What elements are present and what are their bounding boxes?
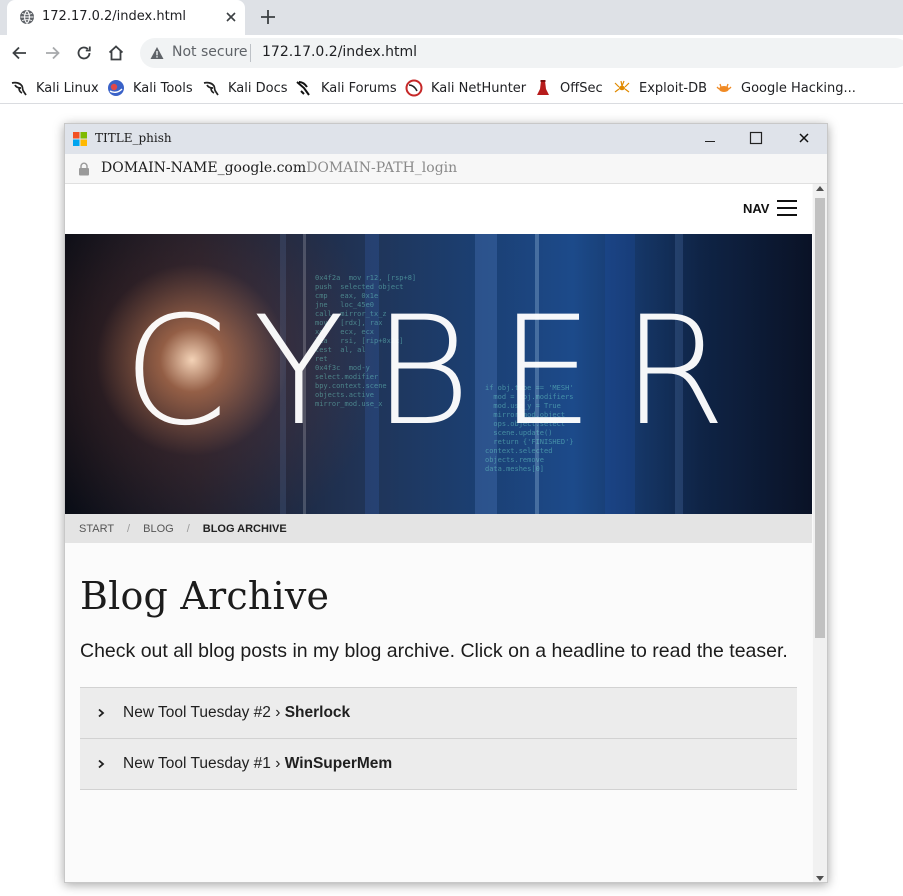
kali-tools-icon [108, 80, 124, 96]
globe-icon [20, 10, 34, 24]
exploit-db-icon [614, 80, 630, 93]
breadcrumb: START / BLOG / BLOG ARCHIVE [65, 514, 812, 543]
popup-address-bar[interactable]: DOMAIN-NAME_google.comDOMAIN-PATH_login [65, 154, 827, 184]
blog-post-name: WinSuperMem [284, 755, 393, 772]
scroll-down-arrow-icon[interactable] [816, 876, 824, 881]
blog-post-prefix: New Tool Tuesday #2 › [123, 704, 285, 721]
popup-url-domain: DOMAIN-NAME_google.com [101, 160, 307, 176]
blog-post-item[interactable]: New Tool Tuesday #1 › WinSuperMem [80, 738, 797, 790]
blog-post-headline[interactable]: New Tool Tuesday #2 › Sherlock [123, 704, 350, 722]
hero-title: CYBER [123, 285, 754, 459]
maximize-icon[interactable] [733, 124, 779, 154]
bookmark-kali-nethunter[interactable]: Kali NetHunter [405, 79, 526, 97]
bookmark-kali-linux[interactable]: Kali Linux [10, 79, 99, 97]
blog-post-list: New Tool Tuesday #2 › Sherlock New Tool … [80, 687, 797, 790]
new-tab-icon[interactable] [259, 8, 277, 26]
address-bar[interactable]: Not secure 172.17.0.2/index.html [140, 38, 903, 68]
breadcrumb-start[interactable]: START [79, 523, 114, 535]
kali-dragon-icon [203, 81, 219, 96]
close-window-icon[interactable] [781, 124, 827, 154]
hamburger-menu-icon[interactable] [777, 200, 797, 216]
kali-forums-icon [296, 81, 310, 96]
chevron-right-icon [98, 759, 105, 769]
forward-arrow-icon[interactable] [42, 43, 62, 63]
popup-title: TITLE_phish [95, 131, 172, 145]
popup-url: DOMAIN-NAME_google.comDOMAIN-PATH_login [101, 160, 457, 176]
popup-page-viewport: NAV 0x4f2a mov r12, [rsp+8] push selecte… [65, 184, 812, 882]
bookmark-kali-tools[interactable]: Kali Tools [107, 79, 193, 97]
home-icon[interactable] [106, 43, 126, 63]
nav-label[interactable]: NAV [743, 201, 769, 216]
breadcrumb-separator: / [127, 522, 131, 535]
kali-dragon-icon [11, 81, 27, 96]
bookmarks-bar: Kali Linux Kali Tools Kali Docs Kali For… [0, 71, 903, 104]
omnibox-divider [250, 44, 251, 62]
browser-tabstrip: 172.17.0.2/index.html [0, 0, 903, 35]
offsec-icon [537, 80, 549, 95]
blog-post-item[interactable]: New Tool Tuesday #2 › Sherlock [80, 687, 797, 738]
breadcrumb-current: BLOG ARCHIVE [202, 522, 287, 535]
warning-icon[interactable] [150, 46, 164, 60]
breadcrumb-separator: / [186, 522, 190, 535]
browser-tab[interactable]: 172.17.0.2/index.html [7, 0, 245, 35]
popup-titlebar[interactable]: TITLE_phish [65, 124, 827, 154]
bookmark-kali-forums[interactable]: Kali Forums [295, 79, 397, 97]
back-arrow-icon[interactable] [10, 43, 30, 63]
chevron-right-icon [98, 708, 105, 718]
reload-icon[interactable] [74, 43, 94, 63]
breadcrumb-blog[interactable]: BLOG [143, 523, 174, 535]
scrollbar-thumb[interactable] [815, 198, 825, 638]
ghdb-icon [716, 83, 732, 92]
blog-post-prefix: New Tool Tuesday #1 › [123, 755, 285, 772]
close-icon[interactable] [223, 9, 239, 25]
popup-scrollbar[interactable] [813, 184, 827, 882]
hero-banner: 0x4f2a mov r12, [rsp+8] push selected ob… [65, 234, 812, 514]
popup-url-path: DOMAIN-PATH_login [306, 160, 458, 176]
site-header: NAV [65, 184, 812, 234]
page-title: Blog Archive [80, 574, 330, 618]
browser-toolbar: Not secure 172.17.0.2/index.html [0, 35, 903, 71]
url-text[interactable]: 172.17.0.2/index.html [262, 44, 417, 60]
blog-post-name: Sherlock [284, 704, 351, 721]
bookmark-kali-docs[interactable]: Kali Docs [202, 79, 288, 97]
nethunter-icon [405, 79, 423, 97]
blog-post-headline[interactable]: New Tool Tuesday #1 › WinSuperMem [123, 755, 392, 773]
security-status[interactable]: Not secure [172, 44, 248, 60]
bookmark-offsec[interactable]: OffSec [534, 79, 603, 97]
scroll-up-arrow-icon[interactable] [816, 186, 824, 191]
minimize-icon[interactable] [687, 124, 733, 154]
phishing-popup-window: TITLE_phish DOMAIN-NAME_google.comDOMAIN… [64, 123, 828, 883]
lock-icon [79, 162, 89, 176]
tab-title: 172.17.0.2/index.html [42, 9, 186, 24]
windows-logo-icon [73, 132, 87, 146]
page-intro: Check out all blog posts in my blog arch… [80, 640, 788, 662]
bookmark-google-hacking[interactable]: Google Hacking... [715, 79, 856, 97]
bookmark-exploit-db[interactable]: Exploit-DB [613, 79, 707, 97]
